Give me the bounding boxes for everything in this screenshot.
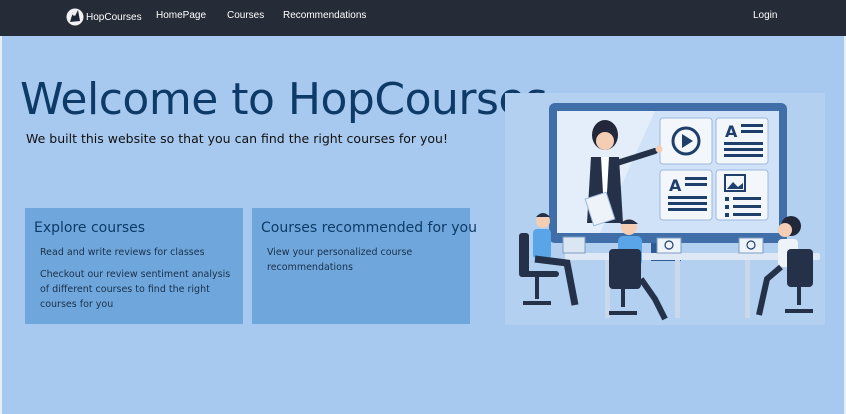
hopcourses-logo-icon — [66, 8, 84, 26]
brand-link[interactable]: HopCourses — [66, 7, 142, 27]
nav-homepage-link[interactable]: HomePage — [156, 10, 206, 21]
brand-name: HopCourses — [86, 11, 142, 23]
login-link[interactable]: Login — [753, 10, 777, 21]
explore-courses-card[interactable]: Explore courses Read and write reviews f… — [25, 208, 243, 324]
svg-text:A: A — [669, 176, 682, 195]
recommended-courses-card[interactable]: Courses recommended for you View your pe… — [252, 208, 477, 324]
left-border — [0, 36, 2, 414]
explore-courses-title: Explore courses — [34, 220, 146, 236]
nav-courses-link[interactable]: Courses — [227, 10, 264, 21]
page-subtitle: We built this website so that you can fi… — [26, 131, 448, 146]
recommended-courses-title: Courses recommended for you — [261, 220, 477, 236]
explore-courses-line-1: Read and write reviews for classes — [40, 247, 205, 258]
page-title: Welcome to HopCourses — [20, 74, 548, 125]
svg-text:A: A — [725, 122, 738, 141]
classroom-illustration: A A — [505, 93, 825, 325]
explore-courses-line-2: Checkout our review sentiment analysis o… — [40, 269, 231, 310]
nav-recommendations-link[interactable]: Recommendations — [283, 10, 366, 21]
navbar: HopCourses HomePage Courses Recommendati… — [0, 0, 846, 36]
recommended-courses-line-1: View your personalized course recommenda… — [267, 247, 413, 273]
